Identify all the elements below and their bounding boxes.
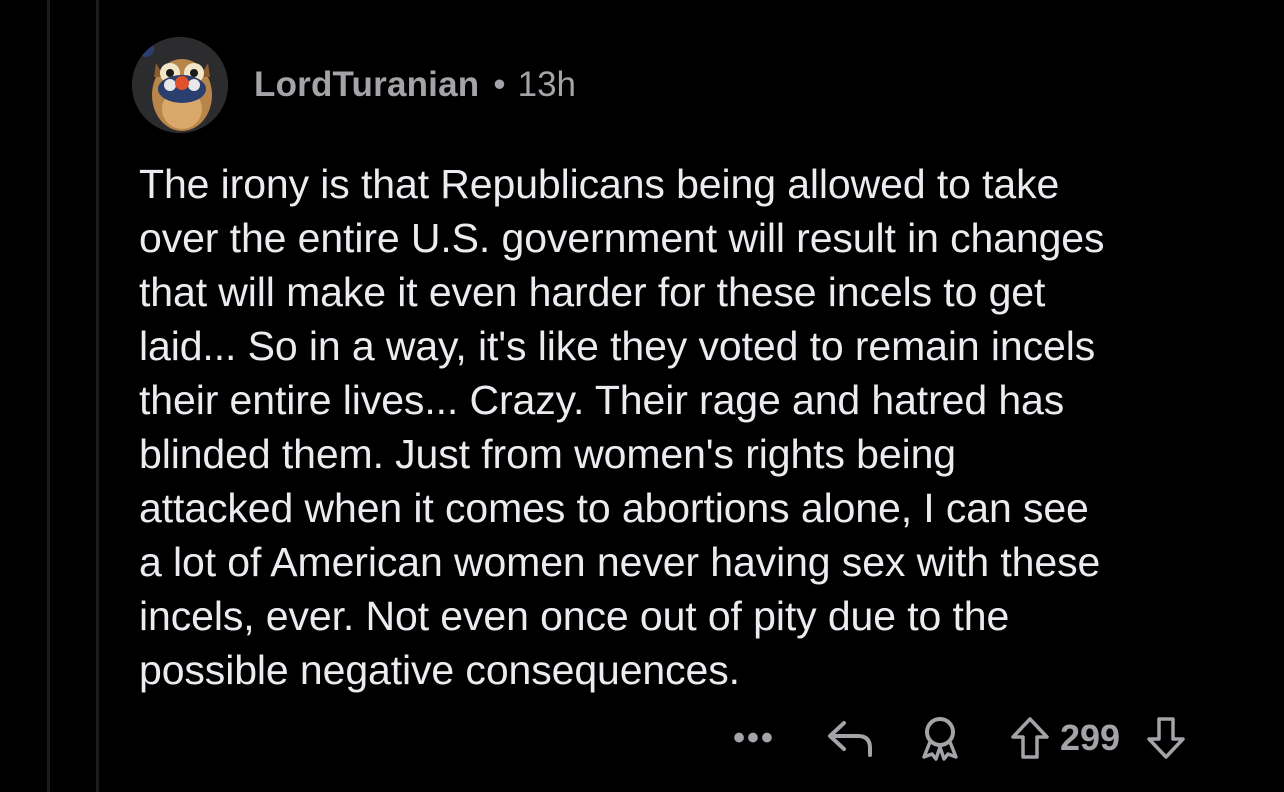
meta-separator: • (493, 65, 506, 104)
comment-line: possible negative consequences. (139, 647, 740, 693)
comment-actions: ••• 299 (730, 712, 1188, 764)
avatar[interactable] (132, 37, 228, 133)
comment-line: The irony is that Republicans being allo… (139, 161, 1060, 207)
reply-button[interactable] (824, 717, 876, 759)
more-icon: ••• (733, 718, 775, 757)
more-options-button[interactable]: ••• (730, 719, 778, 758)
reply-icon (828, 721, 872, 757)
downvote-icon (1147, 717, 1185, 759)
downvote-button[interactable] (1144, 716, 1188, 760)
comment-screen: LordTuranian • 13h The irony is that Rep… (0, 0, 1284, 792)
comment-line: that will make it even harder for these … (139, 269, 1046, 315)
upvote-icon (1011, 717, 1049, 759)
comment-line: incels, ever. Not even once out of pity … (139, 593, 1010, 639)
upvote-button[interactable] (1008, 716, 1052, 760)
award-icon (922, 717, 958, 761)
comment-line: over the entire U.S. government will res… (139, 215, 1105, 261)
thread-line-inner[interactable] (96, 0, 99, 792)
comment-body: The irony is that Republicans being allo… (139, 157, 1249, 697)
comment-line: laid... So in a way, it's like they vote… (139, 323, 1096, 369)
comment-line: their entire lives... Crazy. Their rage … (139, 377, 1065, 423)
comment-header: LordTuranian • 13h (132, 36, 576, 134)
comment-line: a lot of American women never having sex… (139, 539, 1101, 585)
comment-line: attacked when it comes to abortions alon… (139, 485, 1089, 531)
award-button[interactable] (916, 715, 964, 761)
vote-score: 299 (1060, 717, 1121, 758)
username[interactable]: LordTuranian (254, 65, 479, 105)
owl-avatar-icon (132, 37, 228, 133)
comment-line: blinded them. Just from women's rights b… (139, 431, 956, 477)
thread-line-outer[interactable] (47, 0, 50, 792)
timestamp: 13h (517, 65, 577, 104)
